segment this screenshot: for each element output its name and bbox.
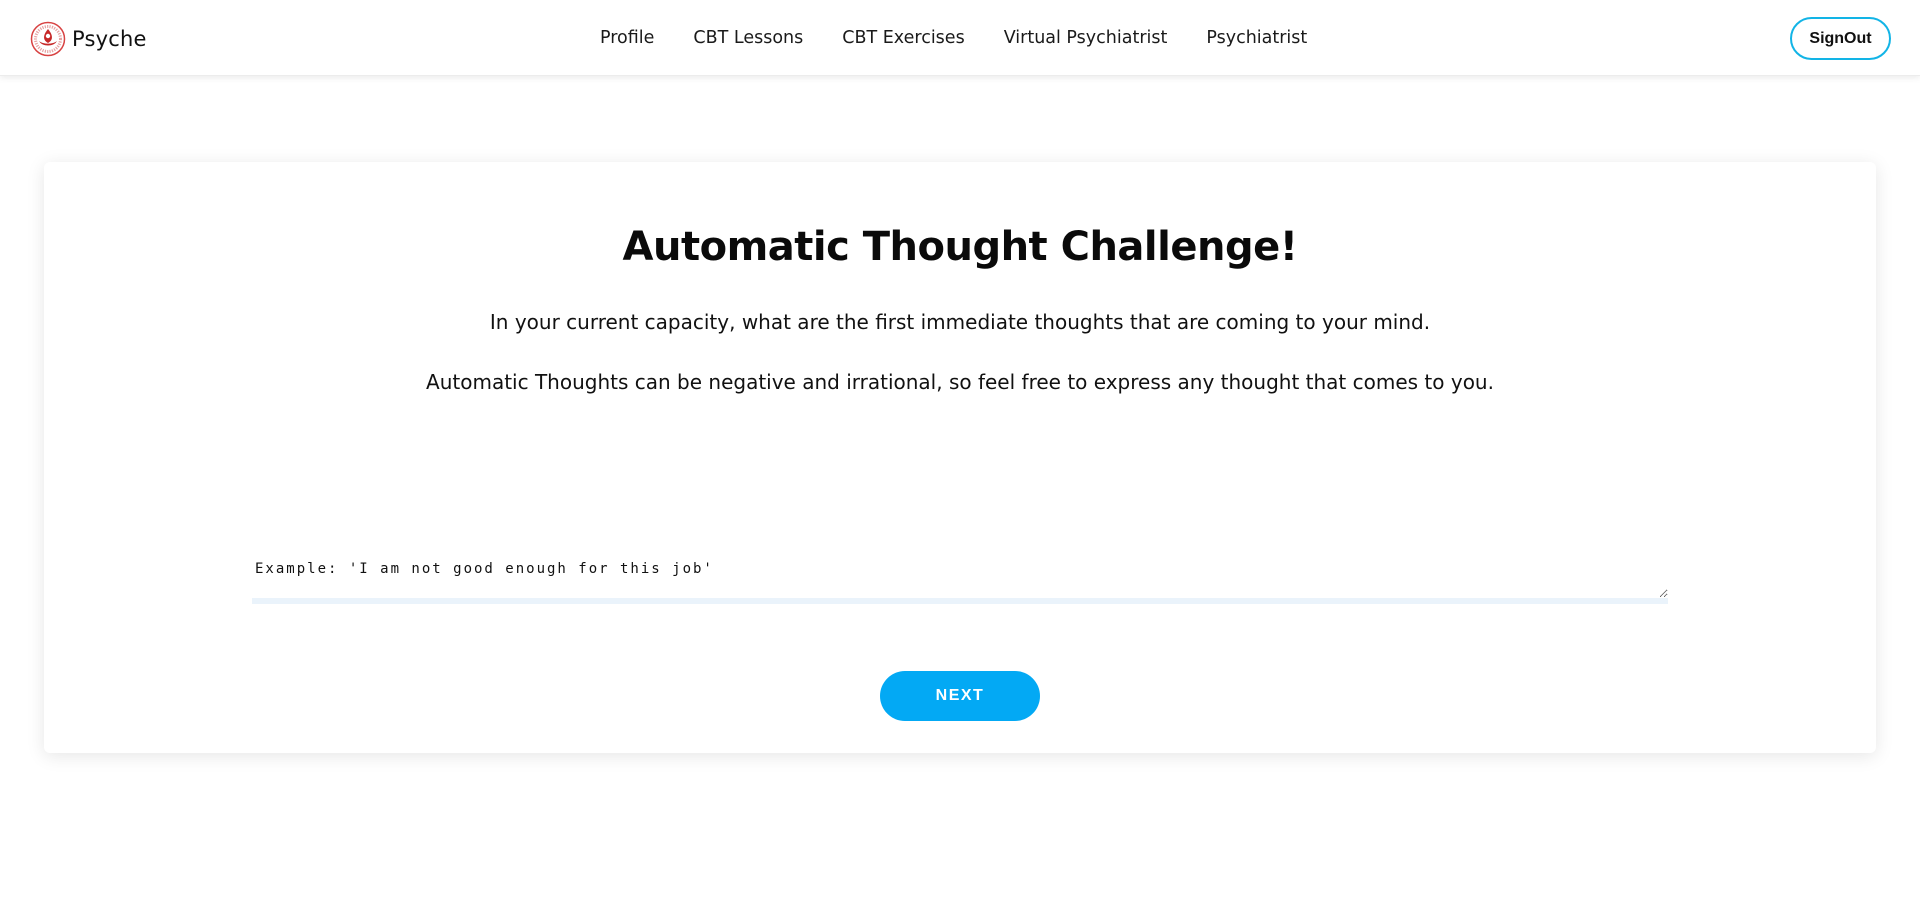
nav-item-psychiatrist[interactable]: Psychiatrist [1206, 28, 1307, 48]
brand-link[interactable]: Psyche [30, 20, 147, 58]
brand-name: Psyche [72, 27, 147, 51]
psyche-logo-icon [30, 21, 66, 57]
nav-item-cbt-exercises[interactable]: CBT Exercises [842, 28, 964, 48]
description-text-1: In your current capacity, what are the f… [489, 310, 1431, 334]
nav-item-profile[interactable]: Profile [600, 28, 654, 48]
page-title: Automatic Thought Challenge! [622, 224, 1298, 270]
nav-item-virtual-psychiatrist[interactable]: Virtual Psychiatrist [1004, 28, 1168, 48]
next-button[interactable]: NEXT [880, 671, 1040, 721]
signout-button[interactable]: SignOut [1790, 17, 1891, 60]
main-nav: Profile CBT Lessons CBT Exercises Virtua… [600, 0, 1307, 76]
nav-item-cbt-lessons[interactable]: CBT Lessons [693, 28, 803, 48]
top-navbar: Psyche Profile CBT Lessons CBT Exercises… [0, 0, 1920, 76]
automatic-thought-input[interactable] [252, 548, 1668, 604]
description-text-2: Automatic Thoughts can be negative and i… [426, 370, 1494, 394]
challenge-card: Automatic Thought Challenge! In your cur… [44, 162, 1876, 753]
